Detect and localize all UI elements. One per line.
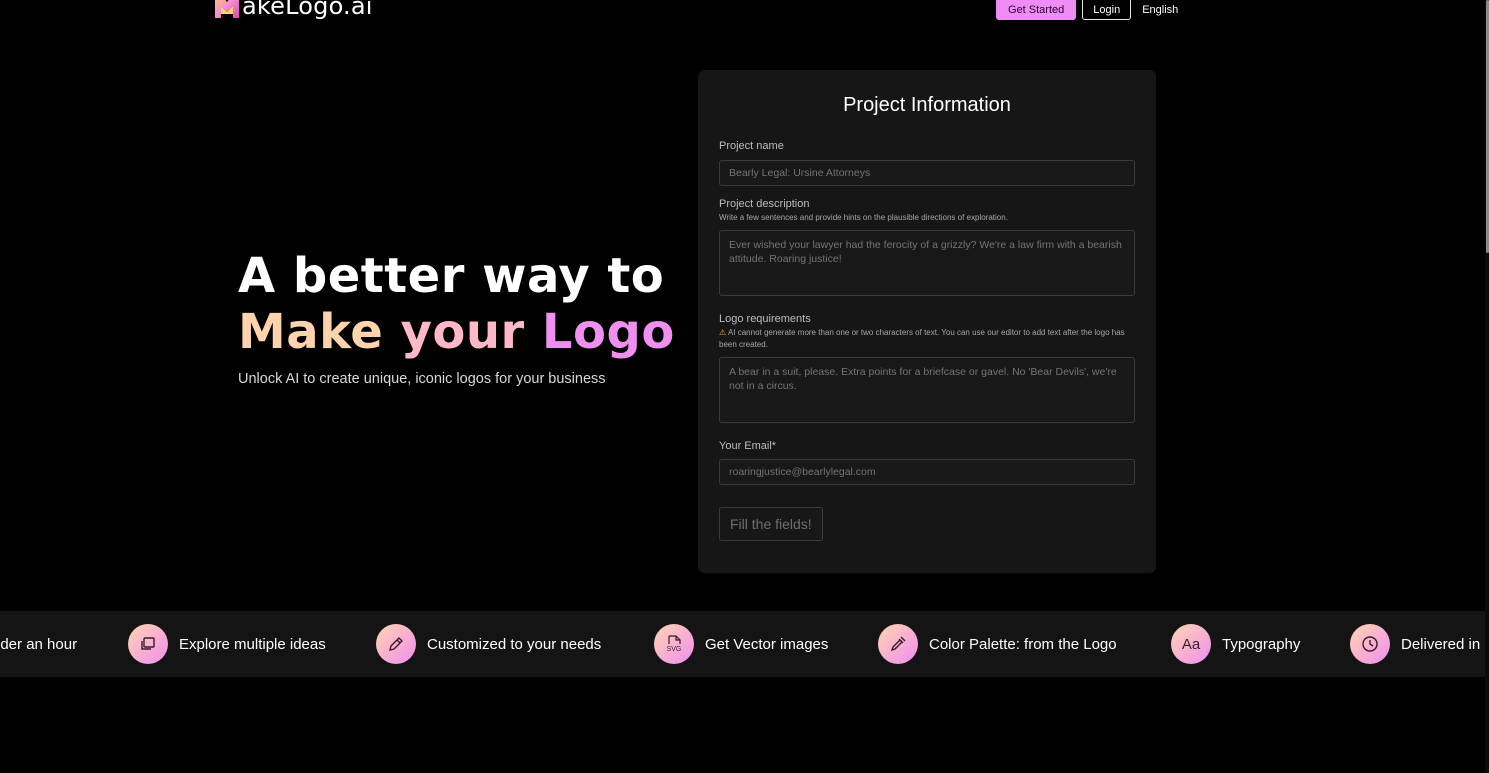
pencil-icon — [376, 624, 416, 664]
form-title: Project Information — [843, 94, 1011, 116]
feature-item: SVG Get Vector images — [654, 611, 828, 677]
brand-logo[interactable]: akeLogo.ai — [213, 0, 373, 20]
project-description-label: Project description — [719, 198, 810, 210]
features-marquee: nder an hour Explore multiple ideas Cust… — [0, 611, 1489, 677]
hero-word-your: your — [400, 304, 525, 360]
project-description-hint: Write a few sentences and provide hints … — [719, 213, 1008, 222]
hero-line-1: A better way to — [238, 248, 665, 304]
logo-requirements-hint: ⚠ AI cannot generate more than one or tw… — [719, 327, 1139, 351]
feature-item: Aa Typography — [1171, 611, 1300, 677]
feature-text: Color Palette: from the Logo — [929, 635, 1117, 653]
typography-glyph: Aa — [1181, 635, 1201, 653]
feature-item: Color Palette: from the Logo — [878, 611, 1117, 677]
feature-item: Delivered in — [1350, 611, 1480, 677]
brand-name: akeLogo.ai — [242, 0, 373, 20]
svg-label: SVG — [666, 645, 682, 653]
project-form-card: Project Information Project name Project… — [698, 70, 1156, 573]
logo-requirements-label: Logo requirements — [719, 313, 811, 325]
feature-text: Explore multiple ideas — [179, 635, 326, 653]
logo-requirements-hint-text: AI cannot generate more than one or two … — [719, 328, 1125, 349]
layers-icon — [128, 624, 168, 664]
logo-mark-icon — [213, 0, 241, 20]
project-name-input[interactable] — [719, 160, 1135, 186]
fill-fields-button[interactable]: Fill the fields! — [719, 507, 823, 541]
hero-word-make: Make — [238, 304, 384, 360]
project-name-label: Project name — [719, 140, 784, 152]
login-button[interactable]: Login — [1082, 0, 1132, 20]
eyedropper-icon — [878, 624, 918, 664]
hero-headline: A better way to Make your Logo — [238, 248, 675, 360]
feature-text: Delivered in — [1401, 635, 1481, 653]
nav-actions: Get Started Login English — [996, 0, 1178, 20]
email-label: Your Email* — [719, 440, 777, 452]
clock-icon — [1350, 624, 1390, 664]
project-description-textarea[interactable] — [719, 230, 1135, 296]
typography-icon: Aa — [1171, 624, 1211, 664]
feature-item: Explore multiple ideas — [128, 611, 326, 677]
svg-file-icon: SVG — [654, 624, 694, 664]
feature-text: Get Vector images — [705, 635, 829, 653]
email-input[interactable] — [719, 459, 1135, 485]
warning-icon: ⚠ — [719, 328, 727, 337]
get-started-button[interactable]: Get Started — [996, 0, 1077, 20]
feature-item: Customized to your needs — [376, 611, 601, 677]
language-selector[interactable]: English — [1142, 0, 1178, 16]
feature-item: nder an hour — [0, 611, 77, 677]
logo-requirements-textarea[interactable] — [719, 357, 1135, 423]
feature-text: Typography — [1222, 635, 1301, 653]
hero-subtitle: Unlock AI to create unique, iconic logos… — [238, 371, 606, 387]
hero-word-logo: Logo — [541, 304, 675, 360]
hero-line-2: Make your Logo — [238, 304, 675, 360]
top-navbar: akeLogo.ai Get Started Login English — [0, 0, 1489, 24]
feature-text: Customized to your needs — [427, 635, 602, 653]
feature-text: nder an hour — [0, 635, 78, 653]
